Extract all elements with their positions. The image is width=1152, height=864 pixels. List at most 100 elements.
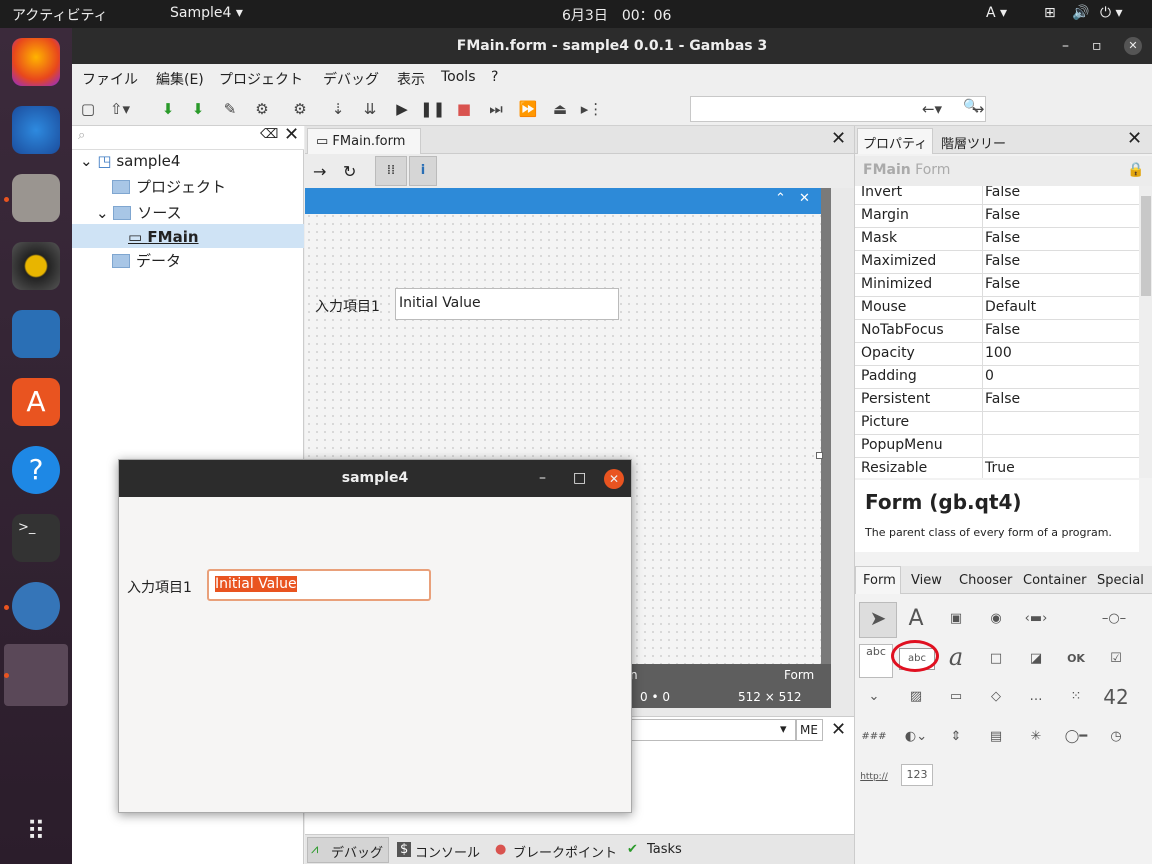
tab-tasks[interactable]: Tasks: [647, 842, 682, 857]
picturebox-tool-icon[interactable]: ▣: [941, 604, 971, 634]
property-value[interactable]: False: [985, 322, 1020, 338]
volume-icon[interactable]: 🔊: [1072, 5, 1089, 21]
panel-tool-icon[interactable]: □: [981, 644, 1011, 674]
spinner-tool-icon[interactable]: ✳: [1021, 722, 1051, 752]
collapse-icon[interactable]: ⌃: [775, 191, 786, 206]
save-icon[interactable]: ⬇: [156, 97, 180, 121]
project-filter-input[interactable]: ⌕ ⌫ ✕: [72, 124, 304, 150]
tab-properties[interactable]: プロパティ: [863, 133, 927, 152]
close-icon[interactable]: ✕: [799, 191, 810, 206]
terminal-icon[interactable]: >_: [12, 514, 60, 562]
slider-tool-icon[interactable]: –○–: [1099, 604, 1129, 634]
property-row[interactable]: Maximized False: [855, 251, 1139, 274]
tab-fmain-form[interactable]: ▭ FMain.form: [307, 128, 421, 154]
show-apps-icon[interactable]: ⠿: [12, 808, 60, 856]
pause-icon[interactable]: ❚❚: [420, 97, 445, 121]
property-value[interactable]: True: [985, 460, 1015, 476]
radio-tool-icon[interactable]: ◉: [981, 604, 1011, 634]
datebox-tool-icon[interactable]: ◷: [1101, 722, 1131, 752]
tree-item-source[interactable]: ⌄ ソース: [96, 202, 182, 223]
tab-view[interactable]: View: [911, 573, 942, 588]
urllabel-tool-icon[interactable]: http://: [859, 762, 889, 792]
form-textbox[interactable]: Initial Value: [395, 288, 619, 320]
arrow-icon[interactable]: →: [313, 162, 326, 181]
running-app-icon[interactable]: [4, 644, 68, 706]
menu-tools[interactable]: Tools: [441, 69, 476, 85]
eject-icon[interactable]: ⏏: [548, 97, 572, 121]
tree-root[interactable]: ⌄ ◳ sample4: [80, 152, 180, 170]
input-method[interactable]: A ▾: [986, 5, 1007, 21]
property-value[interactable]: 100: [985, 345, 1012, 361]
me-button[interactable]: ME: [795, 719, 823, 741]
back-icon[interactable]: ←▾: [920, 97, 944, 121]
switchbox-tool-icon[interactable]: ▤: [981, 722, 1011, 752]
property-value[interactable]: False: [985, 230, 1020, 246]
gambas-icon[interactable]: [12, 582, 60, 630]
tab-chooser[interactable]: Chooser: [959, 573, 1012, 588]
minimize-icon[interactable]: –: [539, 460, 546, 497]
info-icon[interactable]: i: [409, 156, 437, 186]
software-icon[interactable]: A: [12, 378, 60, 426]
property-row[interactable]: Mouse Default: [855, 297, 1139, 320]
compile-icon[interactable]: ⚙: [288, 97, 312, 121]
writer-icon[interactable]: [12, 310, 60, 358]
menu-file[interactable]: ファイル: [82, 69, 138, 89]
property-value[interactable]: False: [985, 207, 1020, 223]
open-icon[interactable]: ⇧▾: [108, 97, 132, 121]
valuebox-tool-icon[interactable]: 123: [901, 764, 933, 786]
spinbox-tool-icon[interactable]: ◇: [981, 682, 1011, 712]
properties-icon[interactable]: ⚙: [250, 97, 274, 121]
close-icon[interactable]: ✕: [1124, 37, 1142, 55]
property-row[interactable]: Margin False: [855, 205, 1139, 228]
close-icon[interactable]: ✕: [831, 719, 846, 740]
activities-button[interactable]: アクティビティ: [12, 5, 108, 25]
buttonbox-tool-icon[interactable]: …: [1021, 682, 1051, 712]
checkbox-tool-icon[interactable]: ☑: [1101, 644, 1131, 674]
tab-console[interactable]: コンソール: [415, 842, 480, 861]
colorbutton-tool-icon[interactable]: ◐⌄: [901, 722, 931, 752]
picture-tool-icon[interactable]: ▨: [901, 682, 931, 712]
stop-icon[interactable]: ■: [452, 97, 476, 121]
menu-project[interactable]: プロジェクト: [219, 69, 303, 89]
new-icon[interactable]: ▢: [76, 97, 100, 121]
tab-hierarchy[interactable]: 階層ツリー: [941, 133, 1006, 152]
props-scrollbar[interactable]: [1139, 186, 1152, 478]
switch-tool-icon[interactable]: ◯━: [1061, 722, 1091, 752]
help-icon[interactable]: ?: [12, 446, 60, 494]
app-menu[interactable]: Sample4 ▾: [170, 5, 243, 21]
menu-debug[interactable]: デバッグ: [323, 69, 379, 89]
refresh-icon[interactable]: ↻: [343, 162, 356, 181]
maximize-icon[interactable]: □: [573, 460, 586, 497]
property-value[interactable]: False: [985, 391, 1020, 407]
close-tab-icon[interactable]: ✕: [831, 128, 846, 149]
step-all-icon[interactable]: ⇊: [358, 97, 382, 121]
property-value[interactable]: False: [985, 186, 1020, 200]
minimize-icon[interactable]: –: [1062, 28, 1069, 64]
property-row[interactable]: Resizable True: [855, 458, 1139, 478]
property-row[interactable]: Minimized False: [855, 274, 1139, 297]
dialog-textbox[interactable]: Initial Value: [207, 569, 431, 601]
menu-view[interactable]: 表示: [397, 69, 425, 89]
combobox-tool-icon[interactable]: ⌄: [859, 682, 889, 712]
property-row[interactable]: NoTabFocus False: [855, 320, 1139, 343]
property-value[interactable]: 0: [985, 368, 994, 384]
tab-debug[interactable]: デバッグ: [331, 842, 383, 861]
property-value[interactable]: False: [985, 276, 1020, 292]
form-label[interactable]: 入力項目1: [315, 296, 380, 316]
sliderbox-tool-icon[interactable]: ⇕: [941, 722, 971, 752]
property-value[interactable]: Default: [985, 299, 1036, 315]
power-icon[interactable]: ⏻ ▾: [1100, 5, 1123, 21]
thunderbird-icon[interactable]: [12, 106, 60, 154]
grid-icon[interactable]: ⁞⁞: [375, 156, 407, 186]
edit-icon[interactable]: ✎: [218, 97, 242, 121]
label-tool-icon[interactable]: A: [901, 604, 931, 634]
forward-icon[interactable]: →: [966, 97, 990, 121]
close-icon[interactable]: ✕: [604, 469, 624, 489]
fast-forward-icon[interactable]: ⏩: [516, 97, 540, 121]
tab-form[interactable]: Form: [863, 573, 896, 588]
save-all-icon[interactable]: ⬇: [186, 97, 210, 121]
tab-container[interactable]: Container: [1023, 573, 1087, 588]
property-row[interactable]: Picture: [855, 412, 1139, 435]
files-icon[interactable]: [12, 174, 60, 222]
property-row[interactable]: Persistent False: [855, 389, 1139, 412]
